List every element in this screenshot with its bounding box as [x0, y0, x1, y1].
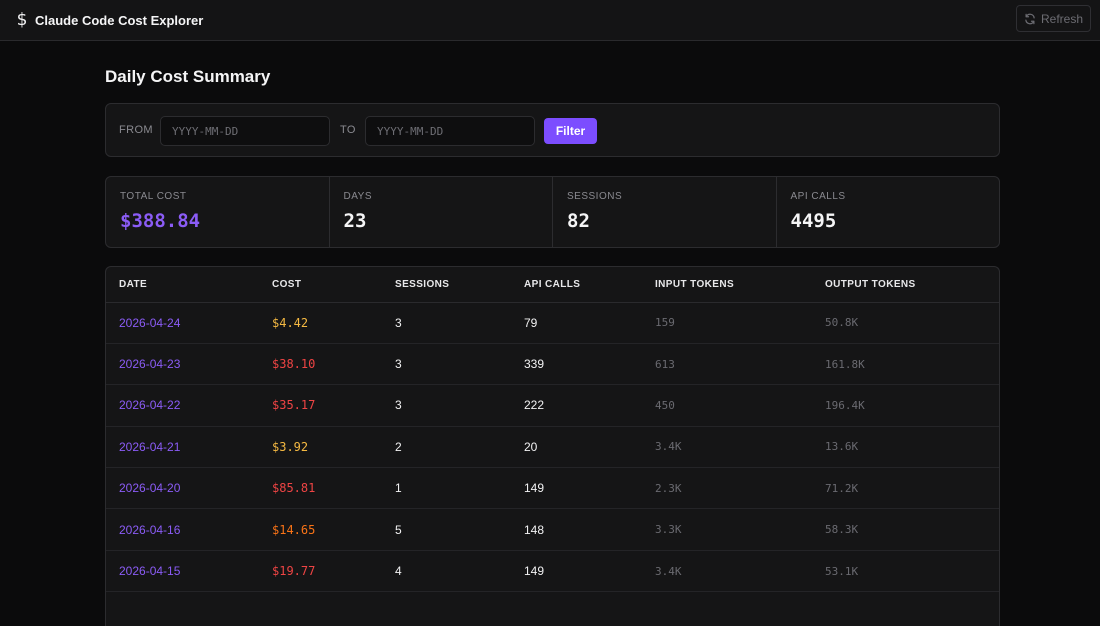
cell-api-calls: 149	[524, 564, 545, 579]
from-date-input[interactable]	[160, 116, 330, 146]
stat-api-calls: API CALLS 4495	[777, 177, 1000, 247]
cell-output-tokens: 13.6K	[825, 440, 859, 454]
table-row[interactable]: 2026-04-21 $3.92 2 20 3.4K 13.6K	[106, 426, 999, 468]
stats-panel: TOTAL COST $388.84 DAYS 23 SESSIONS 82 A…	[105, 176, 1000, 248]
cell-api-calls: 148	[524, 522, 545, 537]
cell-api-calls: 20	[524, 439, 538, 454]
stat-days: DAYS 23	[330, 177, 553, 247]
cell-date[interactable]: 2026-04-23	[106, 343, 259, 384]
cell-sessions: 5	[395, 522, 402, 537]
cell-date[interactable]: 2026-04-22	[106, 385, 259, 426]
cell-sessions: 3	[395, 398, 402, 413]
cell-output-tokens: 53.1K	[825, 564, 859, 578]
cell-date[interactable]: 2026-04-16	[106, 509, 259, 550]
cell-input-tokens: 3.3K	[655, 523, 682, 537]
table-row[interactable]: 2026-04-22 $35.17 3 222 450 196.4K	[106, 385, 999, 427]
cell-api-calls: 339	[524, 357, 545, 372]
cell-sessions: 3	[395, 357, 402, 372]
refresh-button[interactable]: Refresh	[1016, 5, 1091, 32]
stat-sessions: SESSIONS 82	[553, 177, 777, 247]
cell-api-calls: 149	[524, 481, 545, 496]
column-header-cost[interactable]: COST	[259, 267, 382, 303]
cell-date[interactable]: 2026-04-15	[106, 550, 259, 591]
to-date-input[interactable]	[365, 116, 535, 146]
stat-label: SESSIONS	[567, 191, 623, 202]
cell-cost: $85.81	[272, 481, 316, 496]
app-title: Claude Code Cost Explorer	[35, 12, 204, 28]
stat-label: API CALLS	[790, 191, 846, 202]
table-header-row: DATE COST SESSIONS API CALLS INPUT TOKEN…	[106, 267, 999, 303]
stat-label: TOTAL COST	[120, 191, 187, 202]
cell-input-tokens: 613	[655, 357, 675, 371]
table-row[interactable]: 2026-04-15 $19.77 4 149 3.4K 53.1K	[106, 550, 999, 592]
top-bar: $ Claude Code Cost Explorer Refresh	[0, 0, 1100, 41]
column-header-input-tokens[interactable]: INPUT TOKENS	[642, 267, 812, 303]
table-row[interactable]: 2026-04-16 $14.65 5 148 3.3K 58.3K	[106, 509, 999, 551]
filter-button[interactable]: Filter	[544, 118, 597, 144]
cell-date[interactable]: 2026-04-20	[106, 468, 259, 509]
cell-api-calls: 79	[524, 315, 538, 330]
stat-value: 23	[343, 210, 367, 232]
cell-input-tokens: 3.4K	[655, 564, 682, 578]
refresh-icon	[1025, 13, 1035, 24]
cell-cost: $35.17	[272, 398, 316, 413]
cell-sessions: 4	[395, 564, 402, 579]
column-header-output-tokens[interactable]: OUTPUT TOKENS	[812, 267, 999, 303]
cell-output-tokens: 58.3K	[825, 523, 859, 537]
stat-value: $388.84	[120, 210, 201, 232]
to-label: TO	[340, 124, 356, 136]
cell-output-tokens: 196.4K	[825, 398, 865, 412]
cell-date[interactable]: 2026-04-24	[106, 302, 259, 343]
table-row[interactable]: 2026-04-20 $85.81 1 149 2.3K 71.2K	[106, 468, 999, 509]
cell-output-tokens: 50.8K	[825, 316, 859, 330]
filter-panel: FROM TO Filter	[105, 103, 1000, 157]
daily-cost-table: DATE COST SESSIONS API CALLS INPUT TOKEN…	[105, 266, 1000, 626]
cell-sessions: 2	[395, 439, 402, 454]
stat-value: 82	[567, 210, 590, 232]
cell-api-calls: 222	[524, 398, 545, 413]
column-header-date[interactable]: DATE	[106, 267, 259, 303]
refresh-label: Refresh	[1040, 11, 1084, 26]
brand: $ Claude Code Cost Explorer	[15, 9, 204, 30]
page-title: Daily Cost Summary	[105, 67, 271, 86]
cell-input-tokens: 159	[655, 316, 675, 330]
cell-output-tokens: 161.8K	[825, 357, 865, 371]
cell-input-tokens: 450	[655, 398, 675, 412]
from-label: FROM	[119, 124, 153, 136]
cell-sessions: 3	[395, 315, 402, 330]
cost-table: DATE COST SESSIONS API CALLS INPUT TOKEN…	[106, 267, 999, 592]
stat-total-cost: TOTAL COST $388.84	[106, 177, 330, 247]
stat-label: DAYS	[343, 191, 372, 202]
cell-output-tokens: 71.2K	[825, 481, 859, 495]
table-row[interactable]: 2026-04-23 $38.10 3 339 613 161.8K	[106, 343, 999, 385]
dollar-icon: $	[16, 9, 28, 30]
stat-value: 4495	[790, 210, 837, 232]
column-header-sessions[interactable]: SESSIONS	[382, 267, 511, 303]
cell-cost: $3.92	[272, 439, 309, 454]
cell-cost: $38.10	[272, 357, 316, 372]
cell-cost: $19.77	[272, 564, 316, 579]
cell-date[interactable]: 2026-04-21	[106, 426, 259, 467]
cell-cost: $4.42	[272, 315, 309, 330]
column-header-api-calls[interactable]: API CALLS	[511, 267, 642, 303]
cell-cost: $14.65	[272, 522, 316, 537]
cell-input-tokens: 2.3K	[655, 481, 682, 495]
cell-input-tokens: 3.4K	[655, 440, 682, 454]
cell-sessions: 1	[395, 481, 402, 496]
table-row[interactable]: 2026-04-24 $4.42 3 79 159 50.8K	[106, 302, 999, 344]
